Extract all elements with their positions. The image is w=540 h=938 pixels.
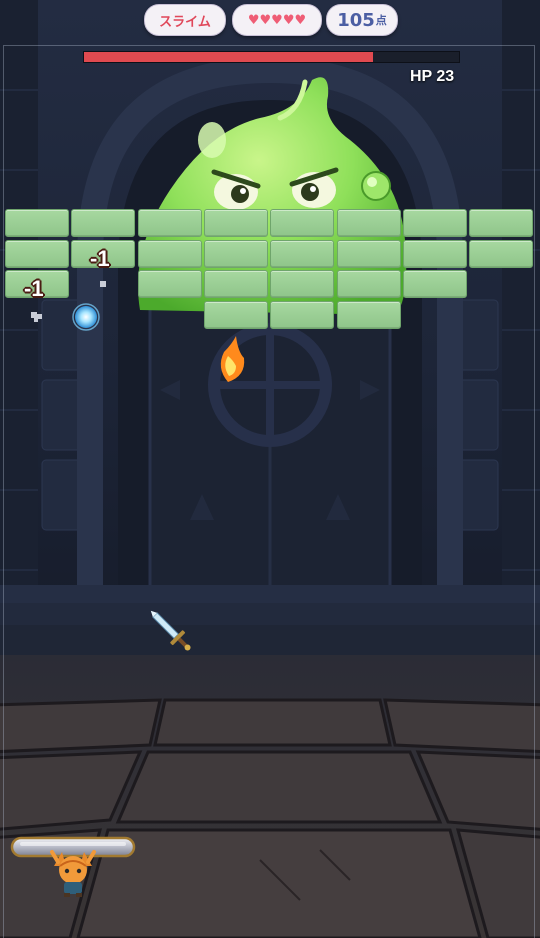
score-badge: 105 点 <box>326 4 398 36</box>
enemy-name-badge: スライム <box>144 4 226 36</box>
brick <box>403 270 467 298</box>
brick <box>204 270 268 298</box>
brick <box>204 209 268 237</box>
boss-hp-fill <box>84 52 373 62</box>
heart-icon: ♥♥♥♥♥ <box>247 12 307 28</box>
lives-badge: ♥♥♥♥♥ <box>232 4 322 36</box>
score-unit: 点 <box>375 14 387 27</box>
brick <box>337 270 401 298</box>
brick <box>204 301 268 329</box>
brick <box>5 240 69 268</box>
boss-hp-bar <box>83 51 460 63</box>
brick <box>270 240 334 268</box>
brick <box>71 209 135 237</box>
brick <box>138 209 202 237</box>
damage-popup: -1 <box>24 276 44 301</box>
brick <box>138 270 202 298</box>
brick <box>270 301 334 329</box>
brick <box>403 209 467 237</box>
brick <box>469 209 533 237</box>
brick <box>337 301 401 329</box>
brick <box>337 240 401 268</box>
brick <box>5 209 69 237</box>
brick <box>270 270 334 298</box>
brick <box>469 240 533 268</box>
damage-popup: -1 <box>90 246 110 271</box>
brick <box>337 209 401 237</box>
playfield-border <box>3 45 535 938</box>
enemy-name: スライム <box>159 14 211 30</box>
brick <box>270 209 334 237</box>
brick <box>403 240 467 268</box>
boss-hp-label: HP 23 <box>410 68 455 85</box>
brick <box>204 240 268 268</box>
brick <box>138 240 202 268</box>
score-value: 105 <box>337 9 375 31</box>
